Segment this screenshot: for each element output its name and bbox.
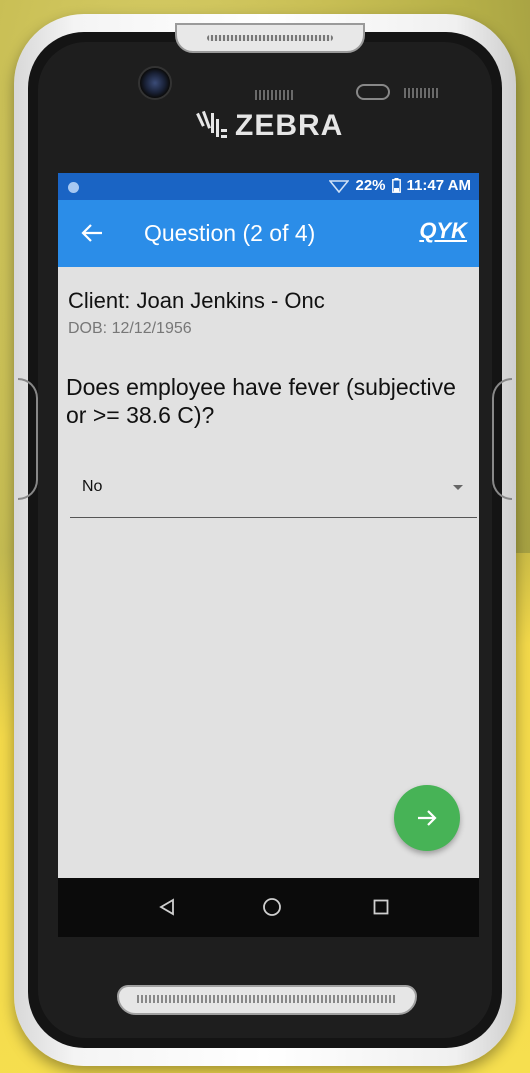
back-arrow-icon[interactable] bbox=[80, 222, 104, 244]
answer-selected-value: No bbox=[82, 478, 103, 495]
battery-percent: 22% bbox=[355, 177, 386, 194]
left-side-button bbox=[18, 378, 38, 500]
nav-recent-icon[interactable] bbox=[373, 899, 389, 915]
bottom-speaker-grille bbox=[117, 985, 417, 1015]
zebra-logo: ZEBRA bbox=[195, 106, 343, 146]
page-title: Question (2 of 4) bbox=[144, 220, 316, 246]
next-arrow-icon bbox=[418, 810, 437, 826]
proximity-sensor bbox=[356, 84, 390, 100]
front-camera bbox=[138, 66, 172, 100]
clock: 11:47 AM bbox=[406, 177, 471, 194]
wifi-icon bbox=[329, 179, 350, 193]
right-side-button bbox=[492, 378, 512, 500]
app-bar: Question (2 of 4) QYK bbox=[58, 200, 479, 267]
dropdown-caret-icon bbox=[453, 485, 463, 490]
front-led bbox=[404, 88, 438, 98]
zebra-head-icon bbox=[196, 110, 227, 138]
nav-home-icon[interactable] bbox=[262, 897, 282, 917]
client-name: Client: Joan Jenkins - Onc bbox=[68, 288, 325, 313]
qyk-logo: QYK bbox=[419, 218, 467, 243]
earpiece-speaker bbox=[255, 90, 293, 100]
battery-icon bbox=[391, 178, 401, 193]
notification-dot-icon bbox=[68, 182, 79, 193]
question-text: Does employee have fever (subjective or … bbox=[66, 374, 456, 428]
top-speaker-grille bbox=[175, 23, 365, 53]
status-bar: 22% 11:47 AM bbox=[58, 173, 479, 200]
client-dob: DOB: 12/12/1956 bbox=[68, 320, 192, 337]
phone-screen: 22% 11:47 AM Question (2 of 4) QYK Clien… bbox=[58, 173, 479, 937]
next-button[interactable] bbox=[394, 785, 460, 851]
nav-back-icon[interactable] bbox=[158, 898, 176, 916]
answer-dropdown[interactable]: No bbox=[70, 463, 477, 518]
android-nav-bar bbox=[58, 878, 479, 937]
